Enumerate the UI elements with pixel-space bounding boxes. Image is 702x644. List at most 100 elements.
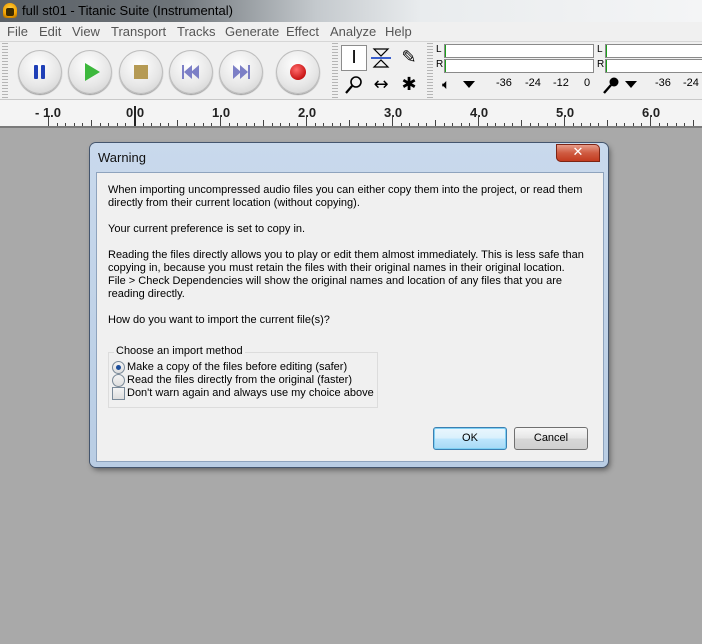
ruler-tick	[74, 123, 75, 126]
radio-copy[interactable]	[112, 361, 125, 374]
playback-meter-left[interactable]	[444, 44, 594, 58]
ruler-tick	[512, 123, 513, 126]
ruler-tick	[684, 123, 685, 126]
ruler-tick	[100, 123, 101, 126]
ruler-tick	[272, 123, 273, 126]
ruler-tick	[323, 123, 324, 126]
ruler-tick	[659, 123, 660, 126]
meter-scale-tick: -24	[683, 77, 699, 89]
menu-analyze[interactable]: Analyze	[330, 24, 376, 39]
selection-tool[interactable]: I	[341, 45, 367, 71]
zoom-tool[interactable]	[341, 72, 367, 98]
skip-to-start-button[interactable]	[169, 50, 213, 94]
option-copy-label: Make a copy of the files before editing …	[127, 361, 348, 373]
ruler-tick	[91, 120, 92, 126]
menu-help[interactable]: Help	[385, 24, 412, 39]
ruler-tick	[478, 117, 479, 126]
ruler-tick	[65, 123, 66, 126]
playback-meter-right-label: R	[436, 59, 444, 70]
ruler-tick	[418, 123, 419, 126]
ruler-tick	[444, 123, 445, 126]
ruler-tick	[435, 120, 436, 126]
multi-tool[interactable]: ✱	[396, 72, 422, 98]
toolbar-grip[interactable]	[2, 42, 8, 98]
ok-button[interactable]: OK	[433, 427, 507, 450]
menu-generate[interactable]: Generate	[225, 24, 279, 39]
meter-peak-marker	[606, 60, 607, 72]
record-menu-arrow-icon[interactable]	[625, 81, 637, 88]
menu-view[interactable]: View	[72, 24, 100, 39]
ruler-tick	[229, 123, 230, 126]
ruler-tick	[280, 123, 281, 126]
ruler-tick	[375, 123, 376, 126]
meter-scale-tick: -24	[525, 77, 541, 89]
i-beam-icon: I	[351, 47, 357, 68]
close-button[interactable]: ✕	[556, 144, 600, 162]
skip-to-end-button[interactable]	[219, 50, 263, 94]
cancel-button[interactable]: Cancel	[514, 427, 588, 450]
microphone-icon[interactable]	[600, 76, 622, 96]
speaker-icon[interactable]: 🔈︎	[442, 77, 450, 93]
ruler-tick	[581, 123, 582, 126]
play-button[interactable]	[68, 50, 112, 94]
ruler-label: 2.0	[298, 105, 317, 120]
envelope-tool[interactable]	[368, 45, 394, 71]
radio-read[interactable]	[112, 374, 125, 387]
ruler-tick	[82, 123, 83, 126]
close-icon: ✕	[572, 145, 584, 160]
playback-meter-left-label: L	[436, 44, 442, 55]
play-icon	[85, 63, 100, 81]
menu-tracks[interactable]: Tracks	[177, 24, 216, 39]
ruler-tick	[401, 123, 402, 126]
skip-to-end-icon	[232, 65, 250, 79]
menu-file[interactable]: File	[7, 24, 28, 39]
ruler-tick	[530, 123, 531, 126]
ruler-tick	[650, 117, 651, 126]
magnifier-icon	[345, 76, 362, 94]
ruler-tick	[521, 120, 522, 126]
pause-button[interactable]	[18, 50, 62, 94]
draw-tool[interactable]: ✎	[396, 45, 422, 71]
meter-scale-tick: 0	[584, 77, 591, 89]
ruler-tick	[263, 120, 264, 126]
title-bar[interactable]: full st01 - Titanic Suite (Instrumental)	[0, 0, 702, 22]
time-shift-tool[interactable]: ↔	[368, 72, 394, 98]
skip-to-start-icon	[182, 65, 200, 79]
record-meter-left[interactable]	[605, 44, 702, 58]
dont-warn-label: Don't warn again and always use my choic…	[127, 387, 374, 399]
menu-edit[interactable]: Edit	[39, 24, 61, 39]
ruler-tick	[289, 123, 290, 126]
timeline-ruler[interactable]: - 1.0 0.0 1.0 2.0 3.0 4.0 5.0 6.0	[0, 100, 702, 128]
audacity-app-icon	[3, 3, 17, 18]
pause-icon	[34, 65, 46, 79]
ruler-tick	[254, 123, 255, 126]
ruler-label: 3.0	[384, 105, 403, 120]
dialog-body: When importing uncompressed audio files …	[96, 172, 604, 462]
ruler-tick	[487, 123, 488, 126]
playback-meter-right[interactable]	[444, 59, 594, 73]
ruler-tick	[246, 123, 247, 126]
ruler-tick	[211, 123, 212, 126]
ruler-tick	[624, 123, 625, 126]
stop-icon	[134, 65, 148, 79]
record-meter-right[interactable]	[605, 59, 702, 73]
dont-warn-checkbox[interactable]	[112, 387, 125, 400]
ruler-label: 6.0	[642, 105, 661, 120]
ruler-tick	[177, 120, 178, 126]
toolbar-grip[interactable]	[332, 42, 338, 98]
ruler-tick	[573, 123, 574, 126]
meter-peak-marker	[445, 60, 446, 72]
meter-toolbar: L R L R 🔈︎ -36 -24 -12 0 -36 -24	[433, 43, 702, 99]
ruler-label: 5.0	[556, 105, 575, 120]
menu-effect[interactable]: Effect	[286, 24, 319, 39]
menu-transport[interactable]: Transport	[111, 24, 166, 39]
stop-button[interactable]	[119, 50, 163, 94]
ruler-tick	[641, 123, 642, 126]
ruler-tick	[143, 123, 144, 126]
ruler-tick	[461, 123, 462, 126]
record-button[interactable]	[276, 50, 320, 94]
ruler-tick	[590, 123, 591, 126]
playback-menu-arrow-icon[interactable]	[463, 81, 475, 88]
playhead-marker[interactable]	[134, 106, 136, 126]
import-method-group-label: Choose an import method	[114, 345, 245, 357]
